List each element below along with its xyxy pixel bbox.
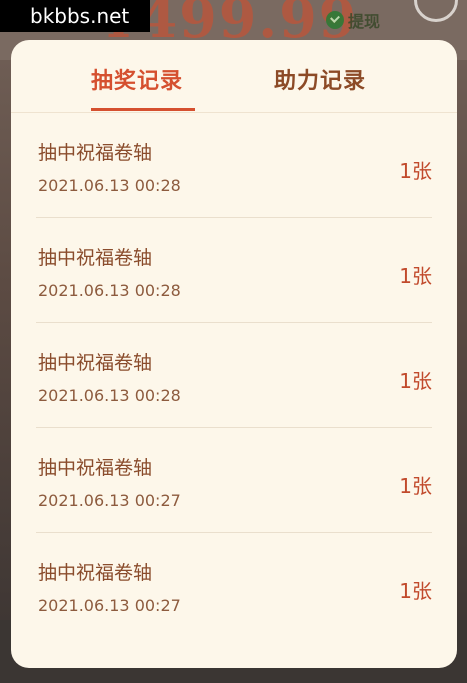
record-quantity: 1张 [399,264,432,288]
background-right-edge [457,60,467,620]
records-list[interactable]: 抽中祝福卷轴 2021.06.13 00:28 1张 抽中祝福卷轴 2021.0… [36,113,432,637]
list-item: 抽中祝福卷轴 2021.06.13 00:27 1张 [36,428,432,533]
list-item: 抽中祝福卷轴 2021.06.13 00:27 1张 [36,533,432,637]
record-time: 2021.06.13 00:28 [38,281,181,300]
record-quantity: 1张 [399,159,432,183]
record-title: 抽中祝福卷轴 [38,142,153,164]
record-title: 抽中祝福卷轴 [38,562,153,584]
active-tab-indicator [91,108,195,111]
record-quantity: 1张 [399,369,432,393]
list-item: 抽中祝福卷轴 2021.06.13 00:28 1张 [36,218,432,323]
record-time: 2021.06.13 00:27 [38,491,181,510]
records-tabs: 抽奖记录 助力记录 [11,40,457,112]
background-withdraw-button: 提现 [326,8,380,32]
record-time: 2021.06.13 00:28 [38,176,181,195]
records-modal: 抽奖记录 助力记录 抽中祝福卷轴 2021.06.13 00:28 1张 抽中祝… [11,40,457,668]
tab-draw-records[interactable]: 抽奖记录 [91,63,183,95]
record-title: 抽中祝福卷轴 [38,352,153,374]
watermark: bkbbs.net [0,0,150,32]
list-item: 抽中祝福卷轴 2021.06.13 00:28 1张 [36,113,432,218]
record-title: 抽中祝福卷轴 [38,247,153,269]
tab-help-records[interactable]: 助力记录 [274,63,366,95]
wechat-icon [326,11,344,29]
record-quantity: 1张 [399,474,432,498]
record-time: 2021.06.13 00:28 [38,386,181,405]
record-time: 2021.06.13 00:27 [38,596,181,615]
record-title: 抽中祝福卷轴 [38,457,153,479]
record-quantity: 1张 [399,579,432,603]
list-item: 抽中祝福卷轴 2021.06.13 00:28 1张 [36,323,432,428]
withdraw-label: 提现 [348,12,381,31]
